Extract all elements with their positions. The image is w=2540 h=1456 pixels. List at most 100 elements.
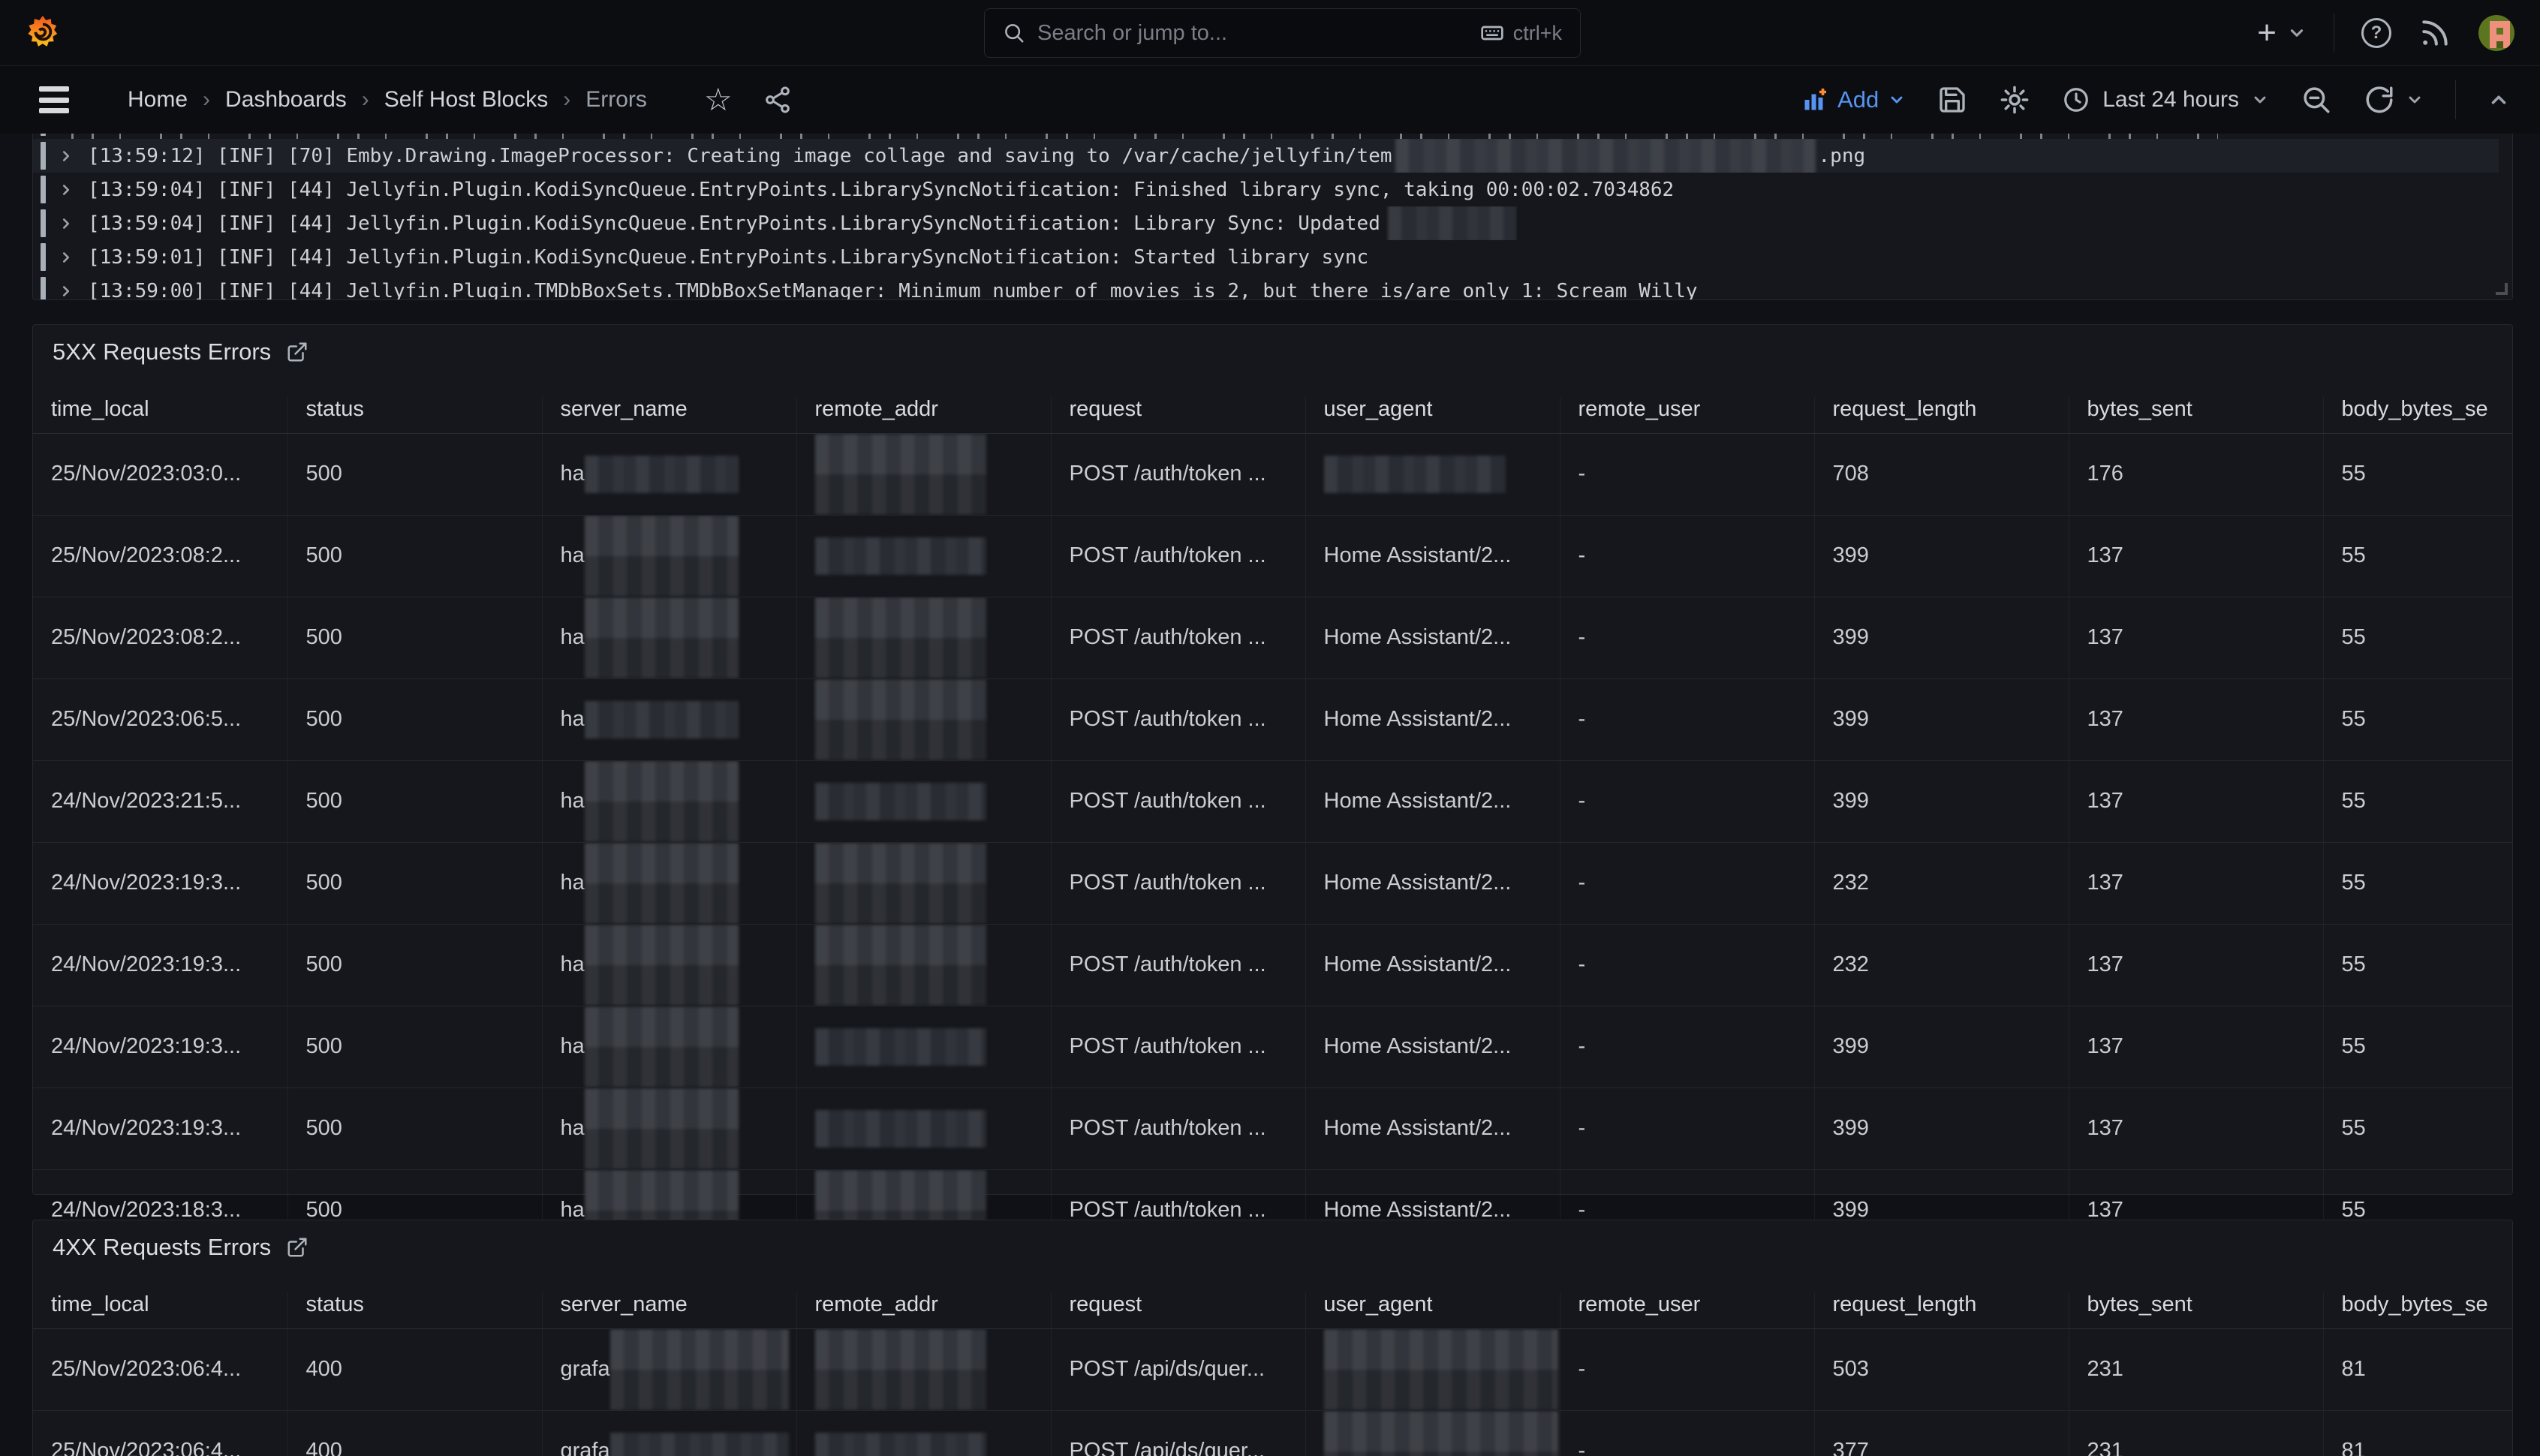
collapse-toolbar-button[interactable]: [2487, 89, 2510, 111]
panel-resize-handle[interactable]: [2496, 283, 2508, 295]
news-rss-icon[interactable]: [2418, 17, 2451, 50]
cell-request_length: 708: [1814, 433, 2069, 515]
cell-value: Home Assistant/2...: [1324, 1116, 1512, 1140]
cell-request: POST /auth/token ...: [1051, 924, 1305, 1006]
column-header-server_name[interactable]: server_name: [542, 397, 796, 433]
log-row[interactable]: [13:59:04] [INF] [44] Jellyfin.Plugin.Ko…: [33, 173, 2499, 206]
cell-server_name: ha: [542, 515, 796, 597]
column-header-request[interactable]: request: [1051, 397, 1305, 433]
star-favorite-icon[interactable]: ☆: [704, 84, 733, 116]
column-header-bytes_sent[interactable]: bytes_sent: [2069, 1292, 2323, 1328]
cell-value: POST /auth/token ...: [1070, 462, 1266, 486]
cell-remote_addr: [796, 1328, 1051, 1410]
new-button[interactable]: +: [2257, 17, 2307, 50]
panel-title[interactable]: 5XX Requests Errors: [53, 338, 271, 366]
breadcrumb-separator: ›: [362, 87, 369, 113]
grafana-dashboard: Search or jump to... ctrl+k + ? Home › D…: [0, 0, 2540, 1456]
column-header-remote_addr[interactable]: remote_addr: [796, 397, 1051, 433]
cell-value: Home Assistant/2...: [1324, 1198, 1512, 1222]
column-header-request[interactable]: request: [1051, 1292, 1305, 1328]
cell-value: POST /auth/token ...: [1070, 952, 1266, 976]
cell-value: 137: [2087, 625, 2123, 649]
zoom-out-time-button[interactable]: [2301, 84, 2332, 116]
share-icon[interactable]: [763, 85, 793, 115]
cell-value: 377: [1833, 1439, 1869, 1456]
column-header-request_length[interactable]: request_length: [1814, 1292, 2069, 1328]
cell-bytes_sent: 176: [2069, 433, 2323, 515]
column-header-bytes_sent[interactable]: bytes_sent: [2069, 397, 2323, 433]
breadcrumb-dashboards[interactable]: Dashboards: [225, 87, 347, 113]
cell-request_length: 503: [1814, 1328, 2069, 1410]
external-link-icon[interactable]: [286, 341, 308, 363]
cell-value: 500: [306, 625, 342, 649]
column-header-remote_user[interactable]: remote_user: [1560, 1292, 1814, 1328]
cell-value: 500: [306, 1116, 342, 1140]
cell-server_name: ha: [542, 433, 796, 515]
cell-request_length: 399: [1814, 760, 2069, 842]
cell-value: 400: [306, 1439, 342, 1456]
expand-chevron-icon[interactable]: [58, 249, 74, 266]
cell-request_length: 377: [1814, 1410, 2069, 1456]
expand-chevron-icon[interactable]: [58, 182, 74, 198]
cell-remote_addr: [796, 924, 1051, 1006]
column-header-request_length[interactable]: request_length: [1814, 397, 2069, 433]
column-header-status[interactable]: status: [287, 1292, 542, 1328]
log-text: [13:59:12] [INF] [70] Emby.Drawing.Image…: [88, 145, 1392, 167]
save-dashboard-button[interactable]: [1937, 85, 1967, 115]
time-range-picker[interactable]: Last 24 hours: [2062, 86, 2269, 114]
expand-chevron-icon[interactable]: [58, 283, 74, 299]
log-row[interactable]: [13:59:04] [INF] [44] Jellyfin.Plugin.Ko…: [33, 206, 2499, 240]
cell-status: 500: [287, 1087, 542, 1169]
cell-status: 500: [287, 1006, 542, 1087]
refresh-button[interactable]: [2364, 84, 2424, 116]
column-header-time_local[interactable]: time_local: [33, 1292, 287, 1328]
column-header-remote_addr[interactable]: remote_addr: [796, 1292, 1051, 1328]
cell-value: 400: [306, 1357, 342, 1381]
breadcrumb-home[interactable]: Home: [128, 87, 188, 113]
search-input[interactable]: Search or jump to... ctrl+k: [984, 8, 1581, 58]
expand-chevron-icon[interactable]: [58, 148, 74, 164]
cell-bytes_sent: 231: [2069, 1328, 2323, 1410]
cell-value: 24/Nov/2023:19:3...: [51, 1034, 241, 1058]
table-row: 24/Nov/2023:19:3...500haPOST /auth/token…: [33, 1006, 2512, 1087]
grafana-logo-icon[interactable]: [26, 14, 60, 53]
column-header-remote_user[interactable]: remote_user: [1560, 397, 1814, 433]
cell-bytes_sent: 137: [2069, 842, 2323, 924]
redacted-value: [585, 925, 739, 1006]
panel-5xx-requests-errors: 5XX Requests Errors time_localstatusserv…: [32, 324, 2513, 1195]
log-row-clipped-top[interactable]: [33, 134, 2499, 139]
cell-value: 55: [2342, 707, 2366, 731]
help-icon[interactable]: ?: [2361, 18, 2391, 48]
cell-body_bytes_se: 55: [2323, 760, 2512, 842]
chevron-down-icon[interactable]: [2406, 91, 2424, 109]
cell-value: Home Assistant/2...: [1324, 543, 1512, 567]
column-header-body_bytes_se[interactable]: body_bytes_se: [2323, 397, 2512, 433]
column-header-server_name[interactable]: server_name: [542, 1292, 796, 1328]
panel-title[interactable]: 4XX Requests Errors: [53, 1234, 271, 1261]
log-row-clipped-bottom[interactable]: [13:59:00] [INF] [44] Jellyfin.Plugin.TM…: [33, 274, 2499, 300]
expand-chevron-icon[interactable]: [58, 215, 74, 232]
column-header-user_agent[interactable]: user_agent: [1305, 1292, 1560, 1328]
cell-value: 55: [2342, 789, 2366, 813]
add-button[interactable]: Add: [1801, 86, 1906, 113]
redacted-cell-prefix: ha: [561, 625, 585, 650]
cell-value: 399: [1833, 1034, 1869, 1058]
column-header-user_agent[interactable]: user_agent: [1305, 397, 1560, 433]
external-link-icon[interactable]: [286, 1236, 308, 1259]
cell-value: POST /api/ds/quer...: [1070, 1357, 1265, 1381]
table-row: 25/Nov/2023:06:4...400grafaPOST /api/ds/…: [33, 1328, 2512, 1410]
column-header-time_local[interactable]: time_local: [33, 397, 287, 433]
column-header-body_bytes_se[interactable]: body_bytes_se: [2323, 1292, 2512, 1328]
cell-body_bytes_se: 55: [2323, 842, 2512, 924]
log-row[interactable]: [13:59:01] [INF] [44] Jellyfin.Plugin.Ko…: [33, 240, 2499, 274]
redacted-cell-prefix: grafa: [561, 1357, 610, 1382]
menu-hamburger-icon[interactable]: [39, 86, 69, 113]
column-header-status[interactable]: status: [287, 397, 542, 433]
table-row: 25/Nov/2023:03:0...500haPOST /auth/token…: [33, 433, 2512, 515]
log-row[interactable]: [13:59:12] [INF] [70] Emby.Drawing.Image…: [33, 139, 2499, 173]
table-row: 24/Nov/2023:21:5...500haPOST /auth/token…: [33, 760, 2512, 842]
cell-value: 399: [1833, 1198, 1869, 1222]
dashboard-settings-button[interactable]: [1999, 84, 2030, 116]
user-avatar[interactable]: [2478, 15, 2514, 51]
breadcrumb-self-host-blocks[interactable]: Self Host Blocks: [384, 87, 548, 113]
